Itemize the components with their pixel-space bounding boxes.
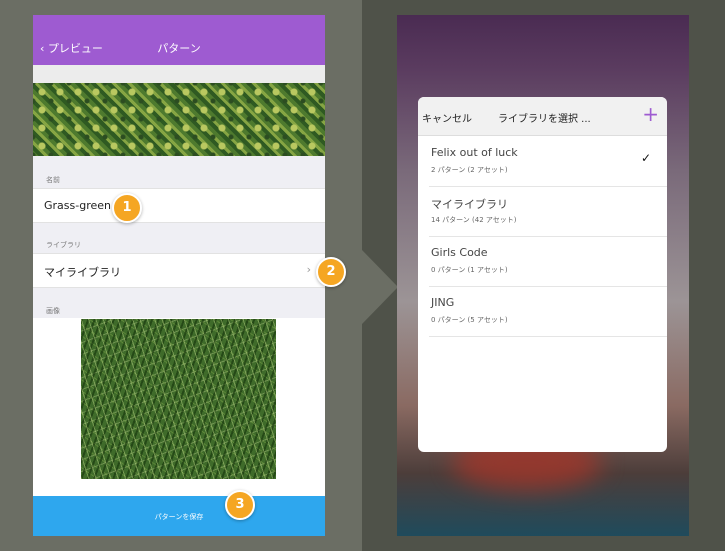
library-name: マイライブラリ [431,198,508,211]
name-field[interactable]: Grass-green [33,188,325,223]
cancel-button[interactable]: キャンセル [422,110,472,125]
library-name: JING [431,296,455,309]
nav-title: パターン [157,42,201,55]
callout-badge-3: 3 [225,490,255,520]
transition-arrow [362,250,398,324]
name-section-label: 名前 [46,176,60,184]
sheet-title: ライブラリを選択 ... [498,114,591,125]
checkmark-icon: ✓ [640,151,651,165]
name-value[interactable]: Grass-green [44,199,111,212]
library-item[interactable]: Felix out of luck 2 パターン (2 アセット) ✓ [429,137,667,187]
grass-image [81,319,276,479]
library-value: マイライブラリ [44,266,121,279]
save-pattern-button[interactable]: パターンを保存 [33,496,325,536]
library-row[interactable]: マイライブラリ › [33,253,325,288]
library-count: 2 パターン (2 アセット) [431,166,508,174]
library-picker-screen: キャンセル ライブラリを選択 ... + Felix out of luck 2… [397,15,689,536]
image-container [33,318,325,496]
pattern-edit-screen: ‹ プレビュー パターン 名前 Grass-green ライブラリ マイライブラ… [33,15,325,536]
library-name: Girls Code [431,246,488,259]
pattern-preview [33,83,325,156]
callout-badge-1: 1 [112,193,142,223]
library-item[interactable]: マイライブラリ 14 パターン (42 アセット) [429,187,667,237]
library-count: 0 パターン (1 アセット) [431,266,508,274]
image-section-label: 画像 [46,307,60,315]
library-picker-sheet: キャンセル ライブラリを選択 ... + Felix out of luck 2… [418,97,667,452]
nav-bar: ‹ プレビュー パターン [33,15,325,65]
sheet-header: キャンセル ライブラリを選択 ... + [418,97,667,136]
save-pattern-label: パターンを保存 [154,513,204,521]
plus-icon[interactable]: + [642,102,659,126]
library-item[interactable]: Girls Code 0 パターン (1 アセット) [429,237,667,287]
library-count: 14 パターン (42 アセット) [431,216,517,224]
callout-badge-2: 2 [316,257,346,287]
chevron-right-icon: › [306,263,311,276]
library-item[interactable]: JING 0 パターン (5 アセット) [429,287,667,337]
library-section-label: ライブラリ [46,241,81,249]
spacer [33,65,325,83]
library-name: Felix out of luck [431,146,518,159]
library-count: 0 パターン (5 アセット) [431,316,508,324]
